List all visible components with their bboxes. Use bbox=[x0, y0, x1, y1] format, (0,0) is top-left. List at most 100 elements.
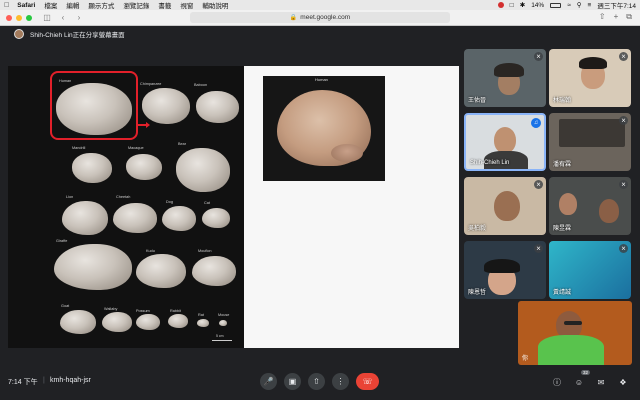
label-cheetah: Cheetah bbox=[116, 195, 131, 199]
activities-button[interactable]: ❖ bbox=[616, 375, 630, 389]
participant-name: 林瑞翰 bbox=[553, 98, 572, 104]
people-button[interactable]: ☺ 32 bbox=[572, 370, 590, 389]
control-center-icon[interactable]: ≡ bbox=[588, 2, 592, 9]
info-icon: ⓘ bbox=[553, 377, 561, 387]
zoom-window-button[interactable] bbox=[26, 14, 32, 21]
speaking-icon: ♫ bbox=[531, 118, 541, 128]
forward-icon[interactable]: › bbox=[74, 13, 84, 23]
menu-app-name[interactable]: Safari bbox=[17, 2, 35, 9]
label-mandrill: Mandrill bbox=[72, 146, 86, 150]
label-chimpanzee: Chimpanzee bbox=[140, 82, 162, 86]
self-view-tile[interactable]: 你 bbox=[518, 301, 632, 365]
presentation-header: Shih-Chieh Lin正在分享螢幕畫面 bbox=[0, 27, 640, 41]
scale-bar bbox=[212, 340, 232, 341]
participant-count-badge: 32 bbox=[580, 370, 590, 375]
arrow-icon bbox=[138, 122, 150, 128]
menu-file[interactable]: 檔案 bbox=[44, 0, 57, 10]
participant-tile[interactable]: ⨯ 陳昱霖 bbox=[549, 177, 631, 235]
label-dog: Dog bbox=[166, 200, 173, 204]
meeting-code: kmh-hqah-jsr bbox=[50, 377, 91, 384]
label-bear: Bear bbox=[178, 142, 187, 146]
battery-icon[interactable] bbox=[550, 2, 562, 8]
label-cat: Cat bbox=[204, 201, 210, 205]
avatar bbox=[14, 29, 24, 39]
label-rabbit: Rabbit bbox=[170, 309, 181, 313]
tab-overview-icon[interactable]: ⧉ bbox=[626, 12, 632, 22]
participant-name: 王佑晉 bbox=[468, 98, 487, 104]
menu-view[interactable]: 顯示方式 bbox=[88, 0, 114, 10]
spotlight-icon[interactable]: ⚲ bbox=[577, 1, 582, 9]
label-possum: Possum bbox=[136, 309, 150, 313]
chimpanzee-brain-image bbox=[142, 88, 190, 124]
more-options-button[interactable]: ⋮ bbox=[332, 373, 349, 390]
participant-tile[interactable]: ⨯ 潘宥霖 bbox=[549, 113, 631, 171]
sidebar-icon[interactable]: ◫ bbox=[42, 13, 52, 23]
camera-button[interactable]: ▣ bbox=[284, 373, 301, 390]
participant-video bbox=[494, 127, 516, 153]
mic-off-icon: ⨯ bbox=[534, 180, 543, 189]
participant-hair bbox=[484, 259, 520, 273]
human-brain-label: Human bbox=[315, 77, 328, 82]
share-icon[interactable]: ⇧ bbox=[599, 12, 606, 22]
kudu-brain-image bbox=[136, 254, 186, 288]
lion-brain-image bbox=[62, 201, 108, 235]
participant-tile[interactable]: ⨯ 吳柏毅 bbox=[464, 177, 546, 235]
macos-menubar:  Safari 檔案 編輯 顯示方式 瀏覽記錄 書籤 視窗 輔助說明 □ ✱ … bbox=[0, 0, 640, 10]
menu-window[interactable]: 視窗 bbox=[180, 0, 193, 10]
participant-tile-active[interactable]: ♫ Shih-Chieh Lin bbox=[464, 113, 546, 171]
participant-tile[interactable]: ⨯ 黃靖誠 bbox=[549, 241, 631, 299]
human-brain-photo: Human bbox=[263, 76, 385, 181]
label-macaque: Macaque bbox=[128, 146, 144, 150]
apple-icon[interactable]:  bbox=[4, 2, 9, 9]
browser-toolbar: ◫ ‹ › ◑ 🔒 meet.google.com ⇧ + ⧉ bbox=[0, 10, 640, 26]
camera-icon[interactable]: □ bbox=[510, 2, 514, 9]
new-tab-icon[interactable]: + bbox=[614, 12, 619, 22]
participant-tile[interactable]: ⨯ 陳恩哲 bbox=[464, 241, 546, 299]
label-giraffe: Giraffe bbox=[56, 239, 68, 243]
participant-tile[interactable]: ⨯ 林瑞翰 bbox=[549, 49, 631, 107]
wifi-icon[interactable]: ≈ bbox=[567, 2, 571, 9]
menubar-clock[interactable]: 週三下午7:14 bbox=[597, 0, 636, 10]
mouse-brain-image bbox=[219, 320, 227, 326]
shared-screen[interactable]: Human Chimpanzee Baboon Mandrill Macaque… bbox=[8, 66, 459, 348]
wallaby-brain-image bbox=[102, 312, 132, 332]
participant-hair bbox=[494, 63, 524, 77]
sharing-banner: Shih-Chieh Lin正在分享螢幕畫面 bbox=[30, 32, 125, 39]
label-goat: Goat bbox=[61, 304, 70, 308]
chat-button[interactable]: ✉ bbox=[594, 375, 608, 389]
label-rat: Rat bbox=[198, 313, 204, 317]
minimize-window-button[interactable] bbox=[16, 14, 22, 21]
mic-off-icon: ⨯ bbox=[619, 116, 628, 125]
self-shirt bbox=[538, 335, 604, 365]
bluetooth-icon[interactable]: ✱ bbox=[520, 1, 525, 9]
participant-name: 陳恩哲 bbox=[468, 290, 487, 296]
meeting-details-button[interactable]: ⓘ bbox=[550, 375, 564, 389]
battery-percent: 14% bbox=[531, 1, 545, 9]
brain-comparison-slide: Human Chimpanzee Baboon Mandrill Macaque… bbox=[8, 66, 244, 348]
menu-edit[interactable]: 編輯 bbox=[66, 0, 79, 10]
baboon-brain-image bbox=[196, 91, 239, 123]
record-icon[interactable] bbox=[497, 2, 504, 8]
close-window-button[interactable] bbox=[6, 14, 12, 21]
participant-tile[interactable]: ⨯ 王佑晉 bbox=[464, 49, 546, 107]
menu-history[interactable]: 瀏覽記錄 bbox=[123, 0, 149, 10]
address-bar[interactable]: 🔒 meet.google.com bbox=[190, 12, 450, 23]
menu-help[interactable]: 輔助說明 bbox=[202, 0, 228, 10]
participant-name: 吳柏毅 bbox=[468, 226, 487, 232]
end-call-icon: ☏ bbox=[362, 377, 373, 386]
activities-icon: ❖ bbox=[619, 377, 627, 387]
microphone-button[interactable]: 🎤 bbox=[260, 373, 277, 390]
present-button[interactable]: ⇧ bbox=[308, 373, 325, 390]
menu-bookmarks[interactable]: 書籤 bbox=[158, 0, 171, 10]
label-lion: Lion bbox=[66, 195, 74, 199]
mic-off-icon: ⨯ bbox=[619, 244, 628, 253]
label-mouflon: Mouflon bbox=[198, 249, 212, 253]
leave-call-button[interactable]: ☏ bbox=[356, 373, 379, 390]
glasses-icon bbox=[564, 321, 582, 325]
human-brain-slide: Human bbox=[244, 66, 459, 348]
dog-brain-image bbox=[162, 206, 196, 231]
back-icon[interactable]: ‹ bbox=[58, 13, 68, 23]
participant-video bbox=[494, 191, 520, 221]
participant-name: Shih-Chieh Lin bbox=[470, 160, 510, 166]
more-vert-icon: ⋮ bbox=[336, 377, 345, 386]
